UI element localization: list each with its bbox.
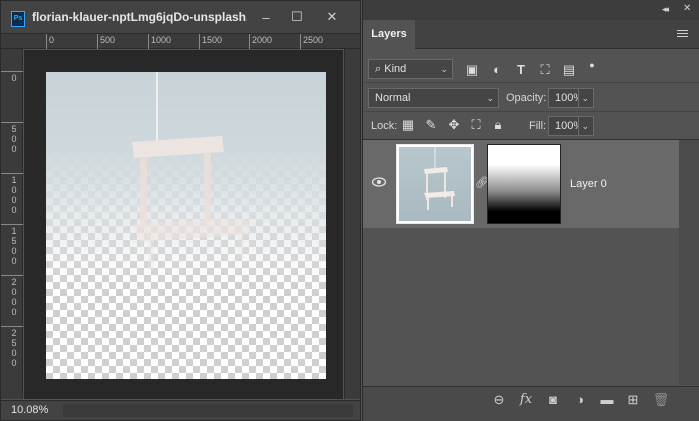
ruler-tick <box>148 34 149 49</box>
tab-layers[interactable]: Layers <box>363 20 415 50</box>
lock-fill-row: Lock: ▦ ✎ ✥ ⛶ 🔒︎ Fill: 100% ⌄ <box>363 113 699 140</box>
ruler-label: 1500 <box>202 35 223 45</box>
ruler-tick <box>1 275 23 276</box>
ruler-label: 1000 <box>151 35 172 45</box>
close-icon: ✕ <box>326 9 338 24</box>
ruler-label: 0 <box>11 73 17 83</box>
lock-position-icon[interactable]: ✥ <box>446 118 462 132</box>
vertical-scrollbar[interactable] <box>344 49 360 399</box>
layer-thumbnail[interactable] <box>396 144 474 224</box>
maximize-icon: ☐ <box>291 9 303 24</box>
layer-filter-row: ⌕ Kind ⌄ ▣ ◐ T ⛶ ▤ ● <box>363 55 699 83</box>
fill-dropdown-button[interactable]: ⌄ <box>578 116 594 136</box>
maximize-button[interactable]: ☐ <box>284 7 310 27</box>
panel-tab-bar: Layers <box>363 20 699 50</box>
filter-toggle-icon[interactable]: ● <box>584 58 600 72</box>
ruler-label: 500 <box>100 35 116 45</box>
filter-kind-label: Kind <box>384 63 407 75</box>
ruler-tick <box>300 34 301 49</box>
ruler-label: 2 5 0 0 <box>11 328 17 368</box>
document-title-bar[interactable]: Ps florian-klauer-nptLmg6jqDo-unsplash.j… <box>1 1 360 34</box>
photoshop-icon: Ps <box>11 11 25 27</box>
adjustment-layer-filter-icon[interactable]: ◐ <box>489 63 505 77</box>
type-layer-filter-icon[interactable]: T <box>513 63 529 77</box>
horizontal-scrollbar[interactable] <box>63 404 353 417</box>
panel-menu-icon[interactable] <box>677 30 688 39</box>
minimize-button[interactable]: – <box>253 7 279 27</box>
document-window: Ps florian-klauer-nptLmg6jqDo-unsplash.j… <box>0 0 361 421</box>
zoom-level-field[interactable]: 10.08% <box>11 404 57 418</box>
document-title[interactable]: florian-klauer-nptLmg6jqDo-unsplash.j... <box>32 10 247 24</box>
layer-row[interactable]: 🔗︎ Layer 0 <box>363 140 679 228</box>
visibility-eye-icon[interactable] <box>372 177 386 187</box>
ruler-label: 2000 <box>252 35 273 45</box>
ruler-tick <box>1 326 23 327</box>
smart-object-filter-icon[interactable]: ▤ <box>561 63 577 77</box>
ruler-label: 5 0 0 <box>11 124 17 154</box>
chevron-down-icon: ⌄ <box>581 93 589 103</box>
ruler-tick <box>97 34 98 49</box>
minimize-icon: – <box>262 9 270 25</box>
close-button[interactable]: ✕ <box>319 7 345 27</box>
canvas-area[interactable] <box>24 50 343 399</box>
status-bar: 10.08% <box>1 400 360 420</box>
ruler-label: 0 <box>49 35 55 45</box>
layers-scrollbar[interactable] <box>679 140 699 385</box>
chevron-down-icon: ⌄ <box>581 121 589 131</box>
ruler-label: 2 0 0 0 <box>11 277 17 317</box>
ruler-tick <box>1 224 23 225</box>
ruler-tick <box>199 34 200 49</box>
fill-label: Fill: <box>529 120 547 132</box>
ruler-tick <box>46 34 47 49</box>
ruler-label: 1 5 0 0 <box>11 226 17 266</box>
opacity-label: Opacity: <box>506 92 547 104</box>
lock-all-icon[interactable]: 🔒︎ <box>490 118 506 132</box>
layer-mask-thumbnail[interactable] <box>487 144 561 224</box>
panel-header-bar[interactable]: ◂◂ ✕ <box>363 0 699 20</box>
filter-kind-dropdown[interactable]: ⌕ Kind ⌄ <box>368 59 453 79</box>
search-icon: ⌕ <box>375 63 382 75</box>
document-image[interactable] <box>46 72 326 379</box>
blend-mode-dropdown[interactable]: Normal ⌄ <box>368 88 499 108</box>
opacity-dropdown-button[interactable]: ⌄ <box>578 88 594 108</box>
blend-opacity-row: Normal ⌄ Opacity: 100% ⌄ <box>363 84 699 112</box>
ruler-label: 1 0 0 0 <box>11 175 17 215</box>
shape-layer-filter-icon[interactable]: ⛶ <box>537 63 553 77</box>
new-layer-icon[interactable]: ⊞ <box>624 392 642 408</box>
layer-style-fx-icon[interactable]: fx <box>517 392 535 407</box>
ruler-tick <box>1 173 23 174</box>
pixel-layer-filter-icon[interactable]: ▣ <box>464 63 480 77</box>
ruler-tick <box>1 71 23 72</box>
lock-label: Lock: <box>371 120 398 132</box>
collapse-panel-icon[interactable]: ◂◂ <box>662 4 669 15</box>
vertical-ruler[interactable]: 0 5 0 0 1 0 0 0 1 5 0 0 2 0 0 0 2 5 0 0 <box>1 49 23 399</box>
ruler-label: 2500 <box>303 35 324 45</box>
layer-name[interactable]: Layer 0 <box>570 178 607 190</box>
lock-artboard-icon[interactable]: ⛶ <box>468 118 484 132</box>
horizontal-ruler[interactable]: 0 500 1000 1500 2000 2500 <box>1 34 360 49</box>
new-adjustment-layer-icon[interactable]: ◑ <box>571 392 589 407</box>
new-group-folder-icon[interactable]: ▬ <box>598 392 616 407</box>
ruler-tick <box>1 122 23 123</box>
lock-transparent-pixels-icon[interactable]: ▦ <box>400 118 416 132</box>
chair-thumbnail <box>424 147 455 210</box>
layers-panel: ◂◂ ✕ Layers ⌕ Kind ⌄ ▣ ◐ T ⛶ ▤ ● Normal … <box>362 0 699 421</box>
chair-image <box>132 72 252 270</box>
chevron-down-icon: ⌄ <box>440 64 448 74</box>
add-mask-icon[interactable]: ◙ <box>544 392 562 407</box>
link-layers-icon[interactable]: ⊖ <box>490 392 508 408</box>
delete-layer-trash-icon[interactable]: 🗑︎ <box>652 392 670 408</box>
chevron-down-icon: ⌄ <box>486 93 494 103</box>
layer-thumbnail-image <box>399 147 471 221</box>
ruler-tick <box>249 34 250 49</box>
layers-panel-footer: ⊖ fx ◙ ◑ ▬ ⊞ 🗑︎ <box>363 386 699 421</box>
blend-mode-value: Normal <box>375 92 411 104</box>
lock-image-pixels-icon[interactable]: ✎ <box>423 118 439 132</box>
close-panel-icon[interactable]: ✕ <box>683 3 691 14</box>
